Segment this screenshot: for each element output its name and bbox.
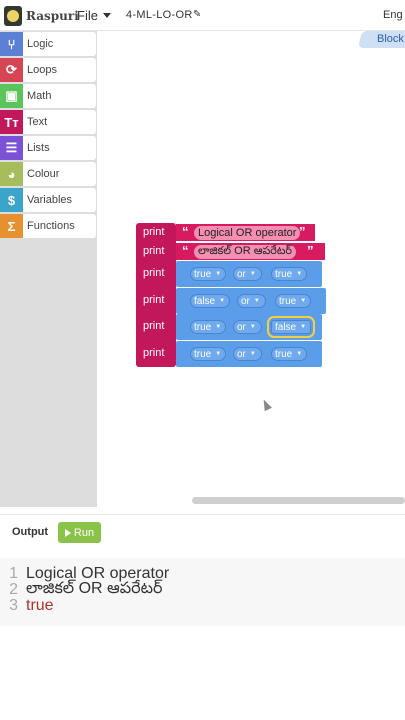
print-keyword[interactable]: print	[143, 245, 164, 257]
file-menu[interactable]: File	[77, 8, 98, 23]
variables-icon: $	[0, 188, 23, 212]
chevron-down-icon: ▼	[215, 351, 222, 357]
text-field[interactable]: Logical OR operator	[194, 226, 301, 240]
open-quote-icon: “	[182, 243, 189, 258]
play-icon	[64, 528, 71, 537]
top-bar: Raspuri File 4-ML-LO-OR ✎ Eng	[0, 0, 405, 31]
right-dropdown[interactable]: false ▼	[267, 316, 315, 338]
horizontal-scrollbar[interactable]	[192, 497, 405, 504]
sidebar-item-label: Colour	[27, 168, 60, 180]
right-dropdown[interactable]: true ▼	[275, 294, 311, 308]
chevron-down-icon: ▼	[296, 351, 303, 357]
op-value: or	[237, 321, 246, 333]
sidebar-item-logic[interactable]: ⑂ Logic	[0, 32, 96, 56]
left-dropdown[interactable]: true ▼	[190, 267, 226, 281]
left-value: false	[194, 295, 216, 307]
left-value: true	[194, 348, 212, 360]
run-button-label: Run	[73, 526, 95, 539]
close-quote-icon: ”	[307, 243, 314, 258]
text-icon: Tт	[0, 110, 23, 134]
left-dropdown[interactable]: true ▼	[190, 320, 226, 334]
sidebar-item-label: Variables	[27, 194, 73, 206]
op-dropdown[interactable]: or ▼	[237, 294, 266, 308]
sidebar-item-variables[interactable]: $ Variables	[0, 188, 96, 212]
chevron-down-icon: ▼	[249, 324, 256, 330]
right-value: true	[279, 295, 297, 307]
print-keyword[interactable]: print	[143, 320, 164, 332]
sidebar-item-label: Loops	[27, 64, 57, 76]
print-keyword[interactable]: print	[143, 294, 164, 306]
sidebar-item-math[interactable]: ▣ Math	[0, 84, 96, 108]
console-line: 3 true	[0, 596, 405, 614]
left-dropdown[interactable]: true ▼	[190, 347, 226, 361]
line-number: 3	[9, 596, 18, 614]
line-text: true	[26, 596, 54, 614]
sidebar-item-label: Lists	[27, 142, 50, 154]
op-value: or	[241, 295, 250, 307]
print-keyword[interactable]: print	[143, 267, 164, 279]
math-icon: ▣	[0, 84, 23, 108]
sidebar-item-colour[interactable]: ◕ Colour	[0, 162, 96, 186]
right-value: true	[275, 268, 293, 280]
op-dropdown[interactable]: or ▼	[233, 267, 262, 281]
functions-icon: Σ	[0, 214, 23, 238]
op-value: or	[237, 348, 246, 360]
chevron-down-icon: ▼	[253, 298, 260, 304]
chevron-down-icon: ▼	[296, 271, 303, 277]
logic-icon: ⑂	[0, 32, 23, 56]
palette-icon: ◕	[0, 162, 23, 186]
sidebar-item-label: Math	[27, 90, 52, 102]
chevron-down-icon: ▼	[300, 324, 307, 330]
op-value: or	[237, 268, 246, 280]
run-button[interactable]: Run	[58, 522, 101, 543]
list-icon: ☰	[0, 136, 23, 160]
sidebar-item-lists[interactable]: ☰ Lists	[0, 136, 96, 160]
pencil-icon[interactable]: ✎	[193, 9, 201, 20]
right-dropdown[interactable]: true ▼	[271, 267, 307, 281]
logo-text: Raspuri	[26, 9, 79, 23]
output-label: Output	[12, 526, 49, 538]
logo-icon	[4, 6, 22, 26]
print-keyword[interactable]: print	[143, 226, 164, 238]
sidebar-item-label: Functions	[27, 220, 75, 232]
chevron-down-icon: ▼	[249, 351, 256, 357]
chevron-down-icon: ▼	[215, 324, 222, 330]
console-line: 2 లాజికల్ OR ఆపరేటర్	[0, 580, 405, 598]
block-tab-label[interactable]: Block	[377, 33, 404, 45]
chevron-down-icon: ▼	[219, 298, 226, 304]
op-dropdown[interactable]: or ▼	[233, 320, 262, 334]
close-quote-icon: ”	[299, 224, 306, 239]
chevron-down-icon: ▼	[249, 271, 256, 277]
sidebar-item-label: Logic	[27, 38, 54, 50]
loop-icon: ⟳	[0, 58, 23, 82]
chevron-down-icon: ▼	[300, 298, 307, 304]
right-value: false	[275, 321, 297, 333]
sidebar-item-loops[interactable]: ⟳ Loops	[0, 58, 96, 82]
left-dropdown[interactable]: false ▼	[190, 294, 230, 308]
left-value: true	[194, 321, 212, 333]
chevron-down-icon: ▼	[215, 271, 222, 277]
print-keyword[interactable]: print	[143, 347, 164, 359]
chevron-down-icon[interactable]	[103, 13, 111, 18]
sidebar-item-functions[interactable]: Σ Functions	[0, 214, 96, 238]
right-value: true	[275, 348, 293, 360]
language-selector[interactable]: Eng	[383, 9, 403, 21]
sidebar-item-text[interactable]: Tт Text	[0, 110, 96, 134]
op-dropdown[interactable]: or ▼	[233, 347, 262, 361]
right-dropdown[interactable]: true ▼	[271, 347, 307, 361]
open-quote-icon: “	[182, 224, 189, 239]
left-value: true	[194, 268, 212, 280]
project-title[interactable]: 4-ML-LO-OR	[126, 9, 193, 21]
text-field[interactable]: లాజికల్ OR ఆపరేటర్	[194, 245, 296, 259]
sidebar-item-label: Text	[27, 116, 48, 128]
